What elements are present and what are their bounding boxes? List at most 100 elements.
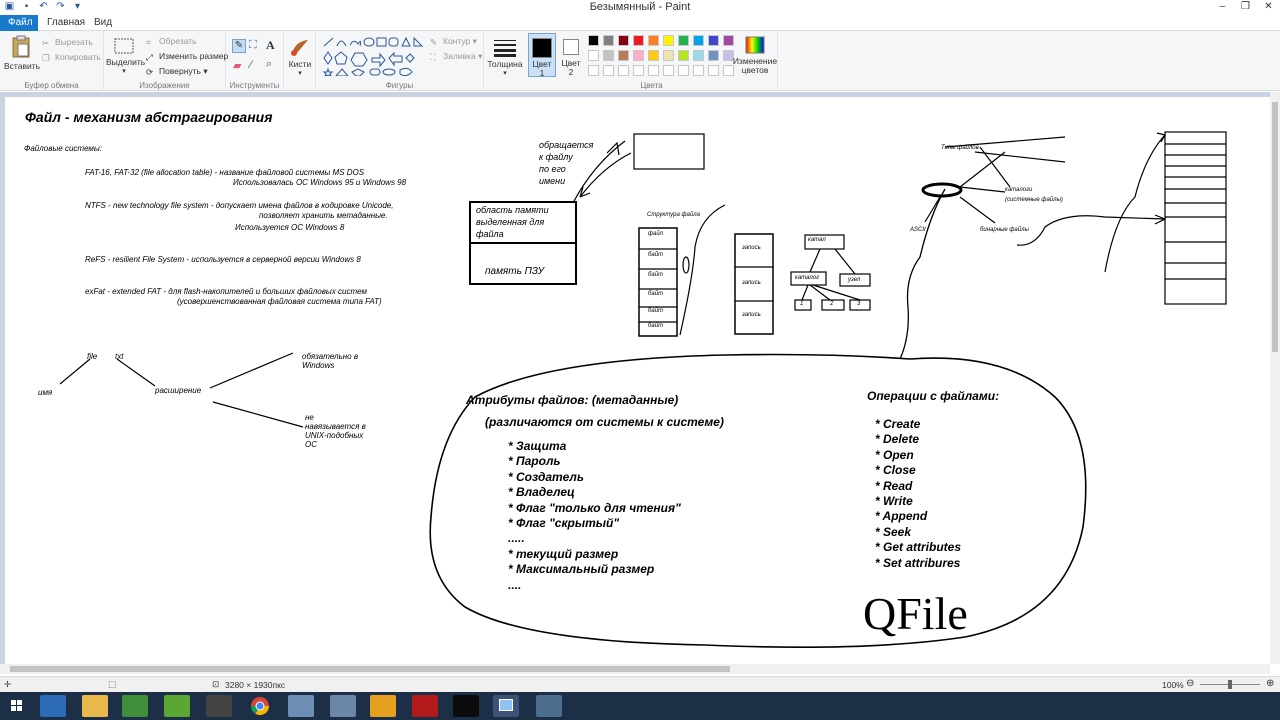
taskbar-app-9[interactable]: [370, 695, 396, 717]
color-swatch[interactable]: [678, 50, 689, 61]
color1-button[interactable]: Цвет 1: [528, 33, 556, 78]
color-swatch[interactable]: [618, 35, 629, 46]
record-cell: запись: [742, 312, 761, 318]
magnifier-icon[interactable]: ⌕: [266, 58, 272, 71]
copy-label: Копировать: [55, 52, 101, 62]
copy-button[interactable]: ❐ Копировать: [42, 52, 101, 63]
colors-group-label: Цвета: [640, 81, 663, 90]
color-swatch[interactable]: [708, 35, 719, 46]
custom-color-swatch[interactable]: [633, 65, 644, 76]
tab-view[interactable]: Вид: [86, 15, 120, 31]
zoom-in-button[interactable]: ⊕: [1266, 678, 1274, 689]
color-swatch[interactable]: [648, 50, 659, 61]
custom-color-swatch[interactable]: [588, 65, 599, 76]
zoom-slider-thumb[interactable]: [1228, 680, 1232, 689]
color1-swatch: [532, 38, 552, 58]
fill-tool-icon[interactable]: ⛶: [249, 39, 257, 52]
outline-button[interactable]: ✎ Контур ▾: [430, 36, 477, 47]
color-swatch[interactable]: [663, 50, 674, 61]
fat-text-2: Использовалась ОС Windows 95 и Windows 9…: [233, 178, 407, 187]
close-button[interactable]: ✕: [1257, 0, 1280, 15]
fill-button[interactable]: ⛶ Заливка ▾: [430, 51, 482, 62]
access-text-4: имени: [539, 176, 566, 186]
exfat-text-2: (усовершенствованная файловая система ти…: [177, 297, 382, 306]
eraser-tool-icon[interactable]: ▰: [233, 59, 241, 72]
taskbar-app-13[interactable]: [536, 695, 562, 717]
crop-button[interactable]: ⌗ Обрезать: [146, 36, 197, 47]
color-swatch[interactable]: [708, 50, 719, 61]
minimize-button[interactable]: –: [1211, 0, 1234, 15]
maximize-button[interactable]: ❐: [1234, 0, 1257, 15]
vertical-scroll-thumb[interactable]: [1272, 102, 1278, 352]
color2-button[interactable]: Цвет 2: [558, 33, 584, 77]
horizontal-scroll-thumb[interactable]: [10, 666, 730, 672]
ntfs-text: NTFS - new technology file system - допу…: [85, 201, 394, 210]
color-swatch[interactable]: [588, 50, 599, 61]
image-group-label: Изображение: [139, 81, 190, 90]
taskbar-terminal-icon[interactable]: [453, 695, 479, 717]
brushes-group: Кисти ▾: [284, 31, 316, 91]
operation-item: * Delete: [875, 432, 920, 447]
ascii-label: ASCII: [910, 227, 926, 233]
taskbar-pdf-icon[interactable]: [412, 695, 438, 717]
cut-button[interactable]: ✂ Вырезать: [42, 37, 93, 48]
color-swatch[interactable]: [693, 50, 704, 61]
color-swatch[interactable]: [618, 50, 629, 61]
structure-cell: байт: [648, 323, 664, 329]
outline-icon: ✎: [430, 36, 438, 47]
color-picker-icon[interactable]: ⁄: [250, 59, 252, 71]
taskbar-app-5[interactable]: [206, 695, 232, 717]
select-button[interactable]: Выделить ▾: [106, 37, 145, 75]
zoom-out-button[interactable]: ⊖: [1186, 678, 1194, 689]
color-swatch[interactable]: [603, 50, 614, 61]
taskbar-chrome-icon[interactable]: [247, 695, 273, 717]
size-button[interactable]: Толщина ▾: [486, 37, 524, 77]
custom-color-swatch[interactable]: [678, 65, 689, 76]
operation-item: * Read: [875, 478, 913, 493]
custom-color-swatch[interactable]: [618, 65, 629, 76]
custom-color-swatch[interactable]: [693, 65, 704, 76]
color-swatch[interactable]: [693, 35, 704, 46]
taskbar-explorer-icon[interactable]: [82, 695, 108, 717]
tab-file[interactable]: Файл: [0, 15, 38, 31]
taskbar-app-4[interactable]: [164, 695, 190, 717]
operation-item: * Get attributes: [875, 540, 962, 555]
color-palette: [588, 35, 738, 76]
color-swatch[interactable]: [663, 35, 674, 46]
paste-button[interactable]: Вставить: [4, 35, 40, 71]
custom-color-swatch[interactable]: [603, 65, 614, 76]
color-swatch[interactable]: [678, 35, 689, 46]
color-swatch[interactable]: [603, 35, 614, 46]
taskbar-app-8[interactable]: [330, 695, 356, 717]
tab-home[interactable]: Главная: [39, 15, 93, 31]
horizontal-scrollbar[interactable]: [0, 664, 1270, 674]
text-tool-icon[interactable]: A: [266, 38, 275, 53]
edit-colors-button[interactable]: Изменение цветов: [732, 35, 778, 75]
start-button[interactable]: [4, 695, 30, 717]
brushes-button[interactable]: Кисти ▾: [285, 37, 315, 77]
pencil-tool-icon[interactable]: ✎: [232, 39, 246, 53]
shapes-gallery[interactable]: [322, 36, 430, 76]
drawing-canvas[interactable]: Файл - механизм абстрагирования Файловые…: [5, 97, 1270, 664]
rotate-button[interactable]: ⟳ Повернуть ▾: [146, 66, 208, 77]
resize-button[interactable]: ⤢ Изменить размер: [146, 51, 228, 62]
taskbar-app-7[interactable]: [288, 695, 314, 717]
color-swatch[interactable]: [633, 35, 644, 46]
taskbar-paint-icon[interactable]: [493, 695, 519, 717]
stroke-unix-branch: [212, 401, 304, 428]
color-swatch[interactable]: [648, 35, 659, 46]
custom-color-swatch[interactable]: [708, 65, 719, 76]
custom-color-swatch[interactable]: [648, 65, 659, 76]
drawing-strokes: [59, 131, 1227, 649]
operation-item: * Open: [875, 447, 914, 462]
custom-color-swatch[interactable]: [663, 65, 674, 76]
attribute-item: * Максимальный размер: [508, 562, 655, 577]
operations-title: Операции с файлами:: [867, 389, 1000, 403]
canvas-title: Файл - механизм абстрагирования: [25, 109, 273, 125]
color-swatch[interactable]: [633, 50, 644, 61]
taskbar-app-3[interactable]: [122, 695, 148, 717]
vertical-scrollbar[interactable]: [1270, 92, 1280, 664]
rotate-icon: ⟳: [146, 66, 154, 77]
taskbar-app-1[interactable]: [40, 695, 66, 717]
color-swatch[interactable]: [588, 35, 599, 46]
